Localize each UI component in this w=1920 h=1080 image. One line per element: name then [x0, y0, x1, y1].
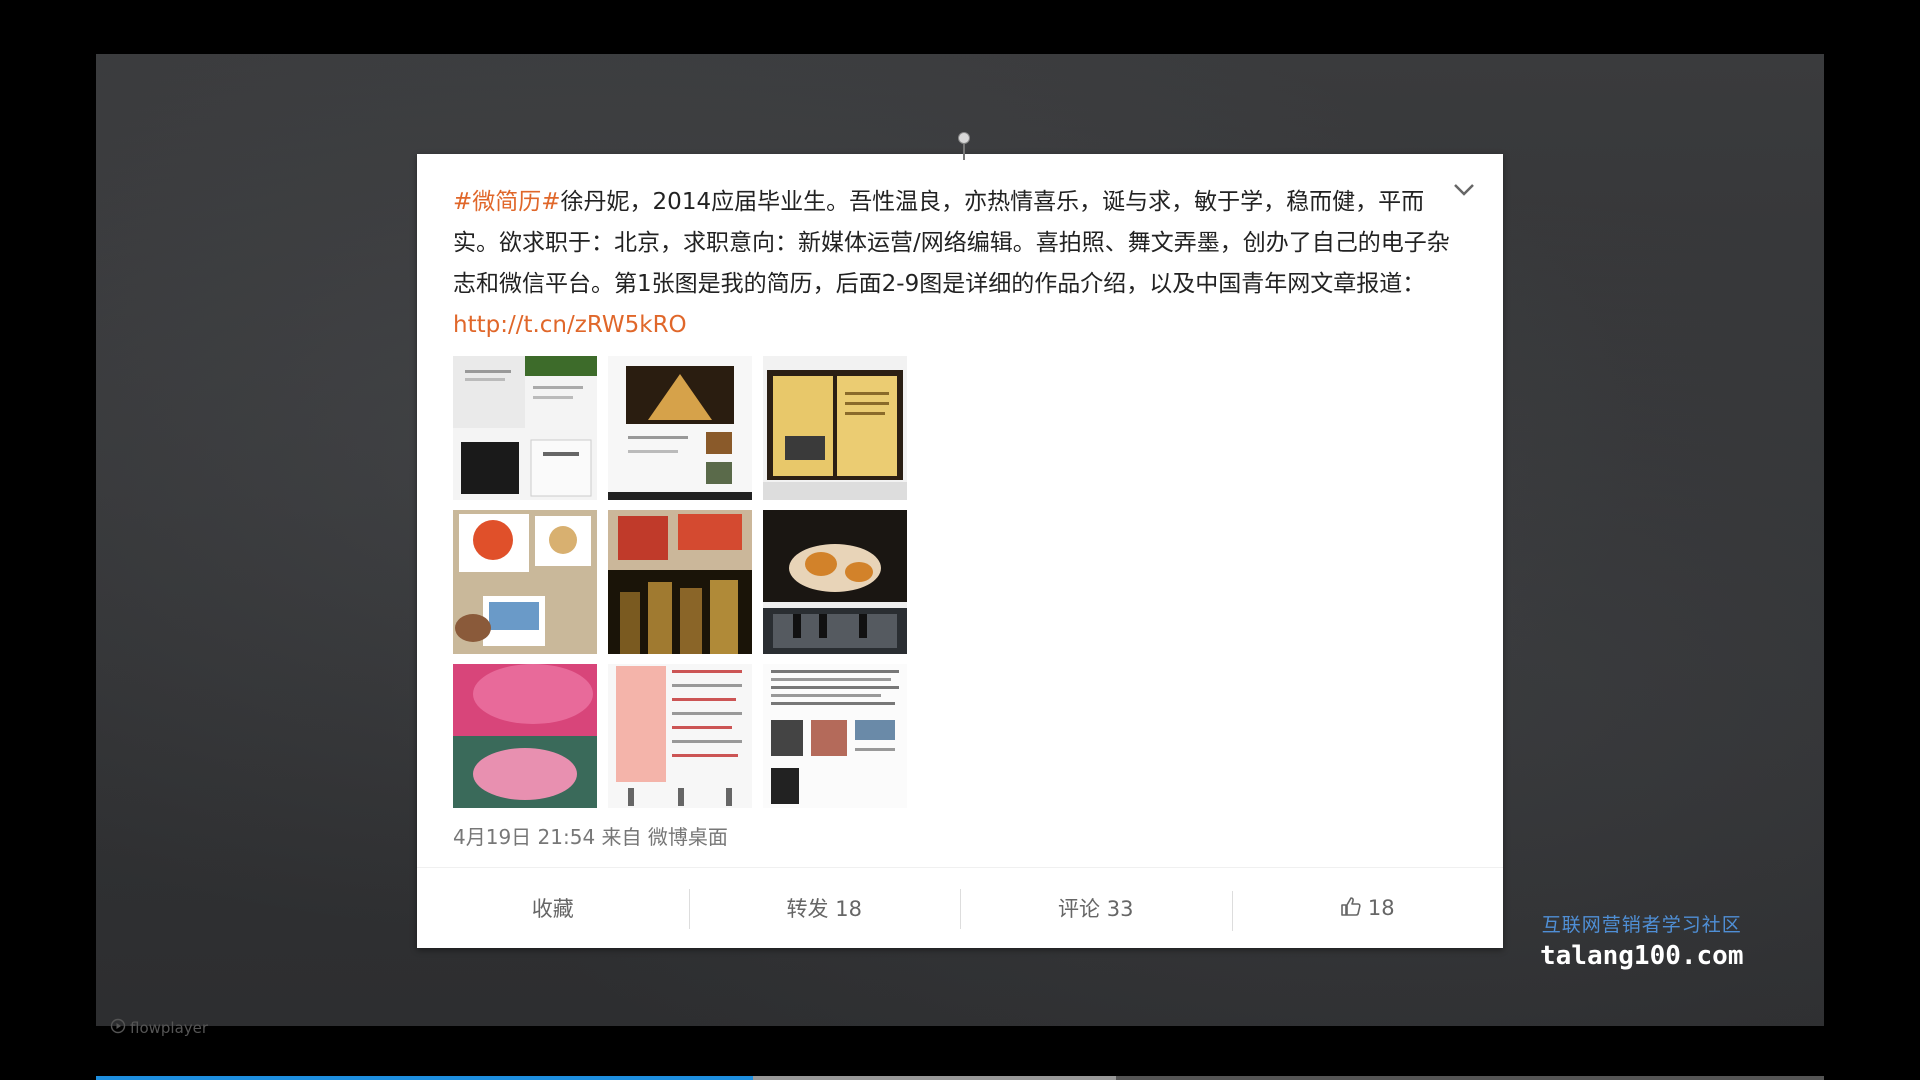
thumbnail-city-night[interactable] [608, 510, 752, 654]
image-grid [453, 356, 907, 808]
thumbnail-open-book[interactable] [763, 356, 907, 500]
repost-button[interactable]: 转发 18 [688, 889, 961, 929]
progress-played [96, 1076, 753, 1080]
video-progress-bar[interactable] [96, 1076, 1824, 1080]
thumbnail-pink-flowers[interactable] [453, 664, 597, 808]
thumbnail-magazine[interactable] [608, 356, 752, 500]
thumbnail-news-article[interactable] [763, 664, 907, 808]
thumbs-up-icon [1340, 895, 1362, 922]
comment-label: 评论 33 [1058, 897, 1134, 921]
thumbnail-resume[interactable] [453, 356, 597, 500]
favorite-label: 收藏 [531, 897, 574, 921]
weibo-post-card: #微简历#徐丹妮，2014应届毕业生。吾性温良，亦热情喜乐，诞与求，敏于学，稳而… [417, 154, 1503, 948]
favorite-button[interactable]: 收藏 [417, 893, 689, 923]
chevron-down-icon[interactable] [1453, 182, 1475, 196]
thumbnail-cat-piano[interactable] [763, 510, 907, 654]
pushpin-icon [958, 132, 970, 160]
post-timestamp-source: 4月19日 21:54 来自 微博桌面 [453, 825, 728, 849]
post-text: #微简历#徐丹妮，2014应届毕业生。吾性温良，亦热情喜乐，诞与求，敏于学，稳而… [453, 182, 1453, 346]
watermark: 互联网营销者学习社区 talang100.com [1540, 910, 1744, 971]
flowplayer-label: flowplayer [130, 1019, 209, 1037]
flowplayer-logo[interactable]: flowplayer [110, 1018, 208, 1038]
hashtag-link[interactable]: #微简历# [453, 189, 561, 215]
repost-label: 转发 18 [786, 897, 862, 921]
thumbnail-flower-photos[interactable] [453, 510, 597, 654]
action-bar: 收藏 转发 18 评论 33 18 [417, 867, 1503, 948]
watermark-cn: 互联网营销者学习社区 [1541, 914, 1742, 936]
thumbnail-wechat-screens[interactable] [608, 664, 752, 808]
like-button[interactable]: 18 [1231, 890, 1504, 931]
progress-buffered [752, 1076, 1116, 1080]
short-url-link[interactable]: http://t.cn/zRW5kRO [453, 312, 687, 338]
comment-button[interactable]: 评论 33 [960, 889, 1232, 929]
like-count: 18 [1367, 896, 1395, 920]
play-circle-icon [110, 1018, 126, 1038]
watermark-site: talang100.com [1540, 941, 1744, 971]
post-body: 徐丹妮，2014应届毕业生。吾性温良，亦热情喜乐，诞与求，敏于学，稳而健，平而实… [453, 189, 1450, 297]
